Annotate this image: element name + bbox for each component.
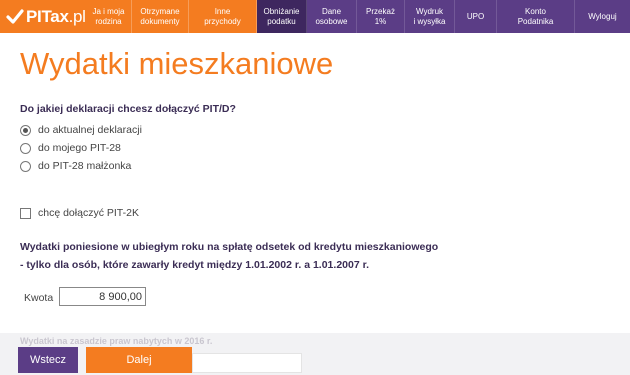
next-button[interactable]: Dalej (86, 347, 192, 373)
radio-current-declaration[interactable]: do aktualnej deklaracji (20, 124, 142, 136)
nav-item-upo[interactable]: UPO (455, 0, 497, 33)
nav-item-taxpayer-account[interactable]: Konto Podatnika (497, 0, 575, 33)
checkbox-pit2k[interactable]: chcę dołączyć PIT-2K (20, 207, 139, 219)
nav-item-one-percent[interactable]: Przekaż 1% (357, 0, 405, 33)
nav-item-personal-data[interactable]: Dane osobowe (307, 0, 357, 33)
checkbox-label: chcę dołączyć PIT-2K (38, 207, 139, 219)
brand-name: PITax.pl (26, 6, 86, 26)
nav-item-documents[interactable]: Otrzymane dokumenty (132, 0, 189, 33)
nav-item-family[interactable]: Ja i moja rodzina (86, 0, 132, 33)
radio-label: do PIT-28 małżonka (38, 160, 132, 172)
checkbox[interactable] (20, 207, 31, 219)
nav-item-print-send[interactable]: Wydruk i wysyłka (405, 0, 455, 33)
radio-button[interactable] (20, 124, 31, 136)
back-button[interactable]: Wstecz (18, 347, 78, 373)
nav-item-other-income[interactable]: Inne przychody (189, 0, 257, 33)
radio-label: do aktualnej deklaracji (38, 124, 142, 136)
brand-logo[interactable]: PITax.pl (0, 0, 86, 33)
radio-my-pit28[interactable]: do mojego PIT-28 (20, 142, 121, 154)
expenses-heading-line1: Wydatki poniesione w ubiegłym roku na sp… (20, 241, 439, 253)
nav-group-purple: Obniżanie podatku Dane osobowe Przekaż 1% W… (257, 0, 630, 33)
expenses-heading-line2: - tylko dla osób, które zawarły kredyt m… (20, 259, 370, 271)
checkmark-icon (6, 8, 24, 26)
radio-spouse-pit28[interactable]: do PIT-28 małżonka (20, 160, 131, 172)
nav-item-tax-reduction[interactable]: Obniżanie podatku (257, 0, 307, 33)
amount-label: Kwota (24, 292, 54, 304)
page-title: Wydatki mieszkaniowe (20, 46, 334, 81)
nav-group-orange: Ja i moja rodzina Otrzymane dokumenty Inne… (86, 0, 257, 33)
declaration-question: Do jakiej deklaracji chcesz dołączyć PIT… (20, 103, 236, 115)
amount-input[interactable] (59, 287, 146, 306)
radio-button[interactable] (20, 160, 31, 172)
radio-button[interactable] (20, 142, 31, 154)
top-navbar: PITax.pl Ja i moja rodzina Otrzymane dokum… (0, 0, 630, 33)
nav-item-logout[interactable]: Wyloguj (575, 0, 630, 33)
footer-input-field[interactable] (192, 353, 302, 373)
radio-label: do mojego PIT-28 (38, 142, 121, 154)
next-section-heading: Wydatki na zasadzie praw nabytych w 2016… (20, 336, 213, 346)
